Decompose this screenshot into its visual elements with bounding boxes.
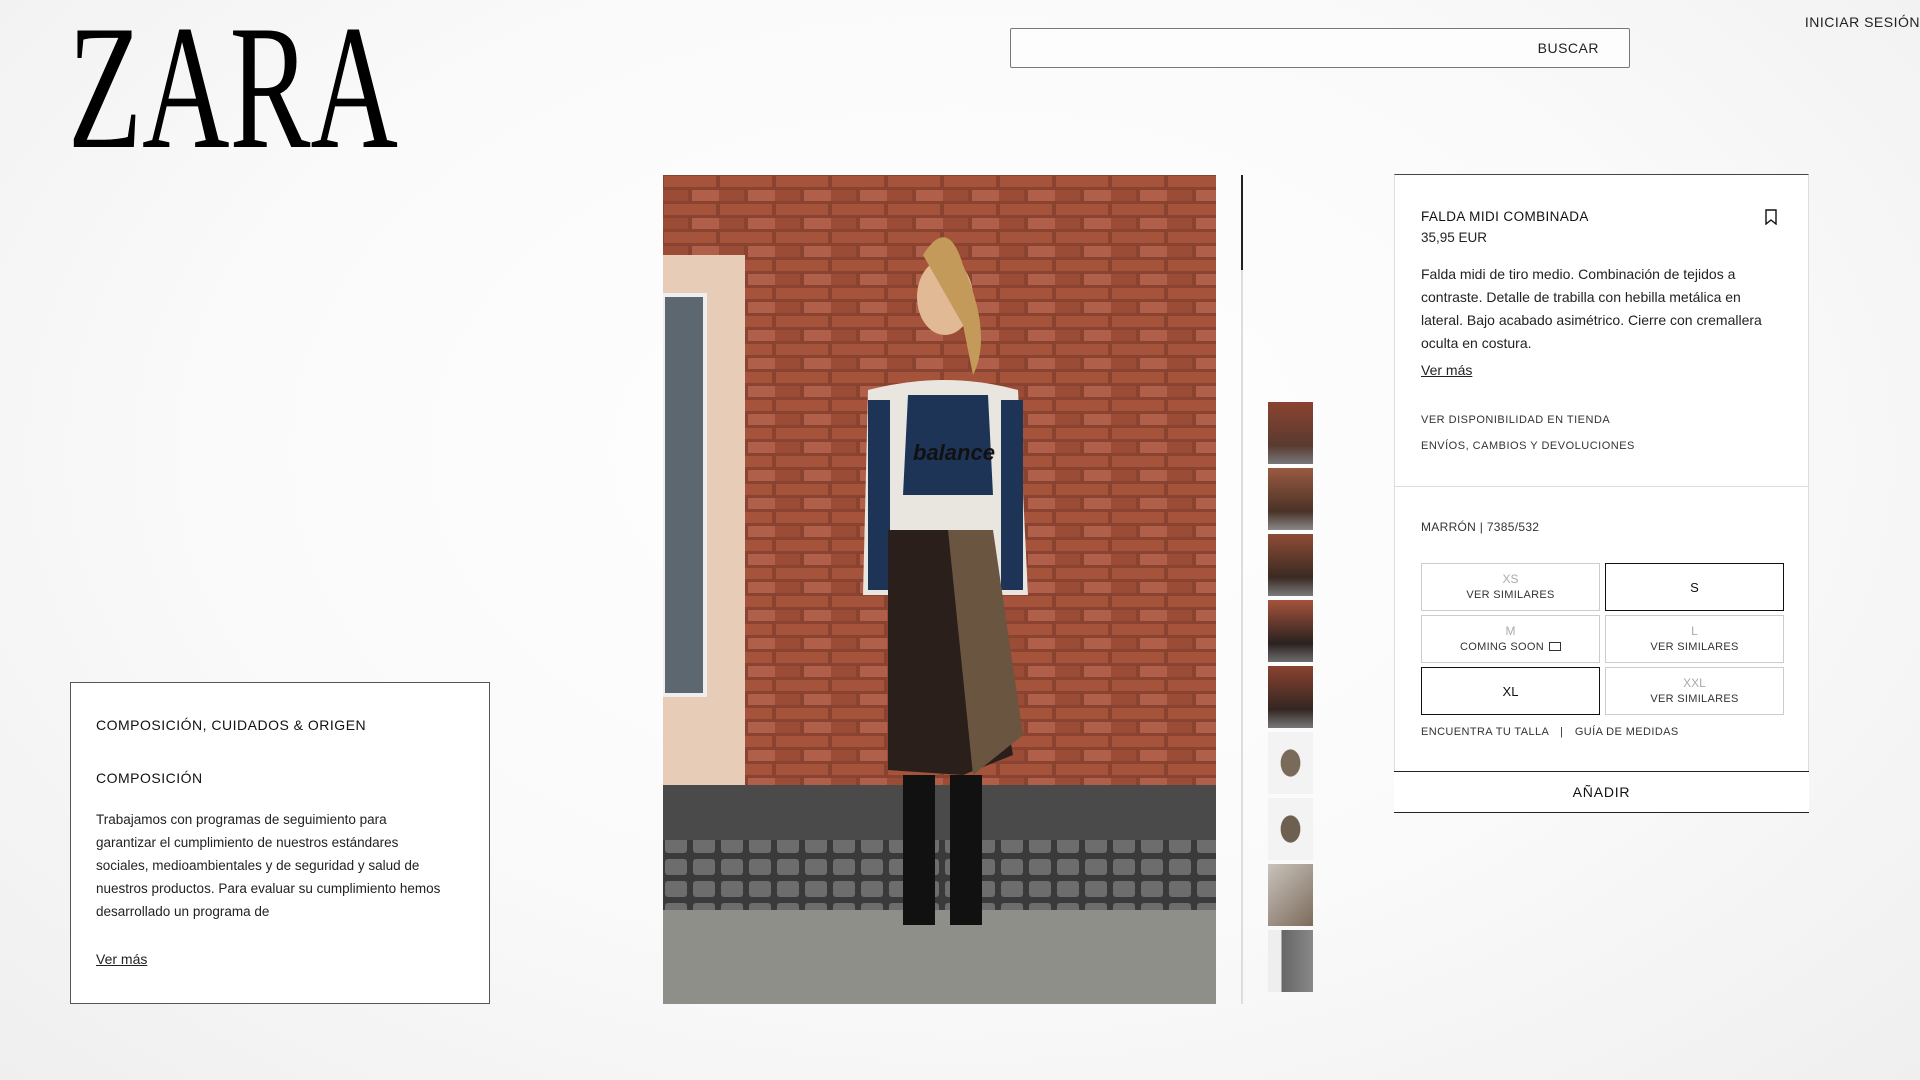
thumbnail-strip: [1268, 402, 1313, 996]
bookmark-icon[interactable]: [1764, 209, 1778, 225]
product-info-panel: FALDA MIDI COMBINADA 35,95 EUR Falda mid…: [1394, 174, 1809, 813]
thumbnail[interactable]: [1268, 534, 1313, 596]
product-price: 35,95 EUR: [1421, 230, 1488, 245]
size-note: COMING SOON: [1460, 641, 1544, 653]
composition-subheading: COMPOSICIÓN: [96, 770, 203, 786]
logo-text: ZARA: [68, 12, 398, 152]
find-size-link[interactable]: ENCUENTRA TU TALLA: [1421, 726, 1549, 738]
add-to-cart-button[interactable]: AÑADIR: [1394, 771, 1809, 813]
size-option-l[interactable]: L VER SIMILARES: [1605, 615, 1784, 663]
description-more-link[interactable]: Ver más: [1421, 362, 1472, 378]
size-option-m[interactable]: M COMING SOON: [1421, 615, 1600, 663]
composition-more-link[interactable]: Ver más: [96, 951, 147, 967]
size-option-xxl[interactable]: XXL VER SIMILARES: [1605, 667, 1784, 715]
product-title: FALDA MIDI COMBINADA: [1421, 209, 1589, 224]
thumbnail[interactable]: [1268, 732, 1313, 794]
thumbnail[interactable]: [1268, 798, 1313, 860]
thumbnail[interactable]: [1268, 600, 1313, 662]
size-name: L: [1691, 624, 1698, 638]
composition-text: Trabajamos con programas de seguimiento …: [96, 812, 441, 919]
product-main-image[interactable]: balance: [663, 175, 1216, 1004]
composition-heading[interactable]: COMPOSICIÓN, CUIDADOS & ORIGEN: [96, 717, 366, 733]
search-bar[interactable]: BUSCAR: [1010, 28, 1630, 68]
divider: [1395, 486, 1808, 487]
gallery-scrollbar[interactable]: [1241, 175, 1243, 1004]
separator: |: [1560, 726, 1564, 738]
shirt-text: balance: [913, 440, 995, 465]
zara-logo[interactable]: ZARA: [68, 12, 400, 152]
size-note: VER SIMILARES: [1650, 693, 1739, 705]
product-photo-graphic: balance: [663, 175, 1216, 1004]
size-name: XS: [1502, 572, 1519, 586]
size-name: M: [1505, 624, 1516, 638]
shipping-returns-link[interactable]: ENVÍOS, CAMBIOS Y DEVOLUCIONES: [1421, 440, 1635, 452]
size-name: XXL: [1683, 676, 1706, 690]
size-option-s[interactable]: S: [1605, 563, 1784, 611]
login-link[interactable]: INICIAR SESIÓN: [1805, 14, 1920, 30]
size-name: XL: [1502, 684, 1519, 699]
product-description: Falda midi de tiro medio. Combinación de…: [1421, 266, 1762, 351]
store-availability-link[interactable]: VER DISPONIBILIDAD EN TIENDA: [1421, 414, 1610, 426]
mail-icon: [1548, 642, 1561, 651]
size-note: VER SIMILARES: [1650, 641, 1739, 653]
size-option-xl[interactable]: XL: [1421, 667, 1600, 715]
size-guide-link[interactable]: GUÍA DE MEDIDAS: [1575, 726, 1679, 738]
thumbnail[interactable]: [1268, 666, 1313, 728]
color-reference: MARRÓN | 7385/532: [1421, 520, 1540, 534]
size-note: VER SIMILARES: [1466, 589, 1555, 601]
thumbnail[interactable]: [1268, 402, 1313, 464]
search-button[interactable]: BUSCAR: [1538, 40, 1599, 56]
size-help-links: ENCUENTRA TU TALLA | GUÍA DE MEDIDAS: [1421, 726, 1679, 738]
thumbnail[interactable]: [1268, 864, 1313, 926]
thumbnail[interactable]: [1268, 468, 1313, 530]
thumbnail[interactable]: [1268, 930, 1313, 992]
size-name: S: [1690, 580, 1699, 595]
composition-box: COMPOSICIÓN, CUIDADOS & ORIGEN COMPOSICI…: [70, 682, 490, 1004]
scrollbar-thumb[interactable]: [1241, 175, 1243, 270]
size-option-xs[interactable]: XS VER SIMILARES: [1421, 563, 1600, 611]
